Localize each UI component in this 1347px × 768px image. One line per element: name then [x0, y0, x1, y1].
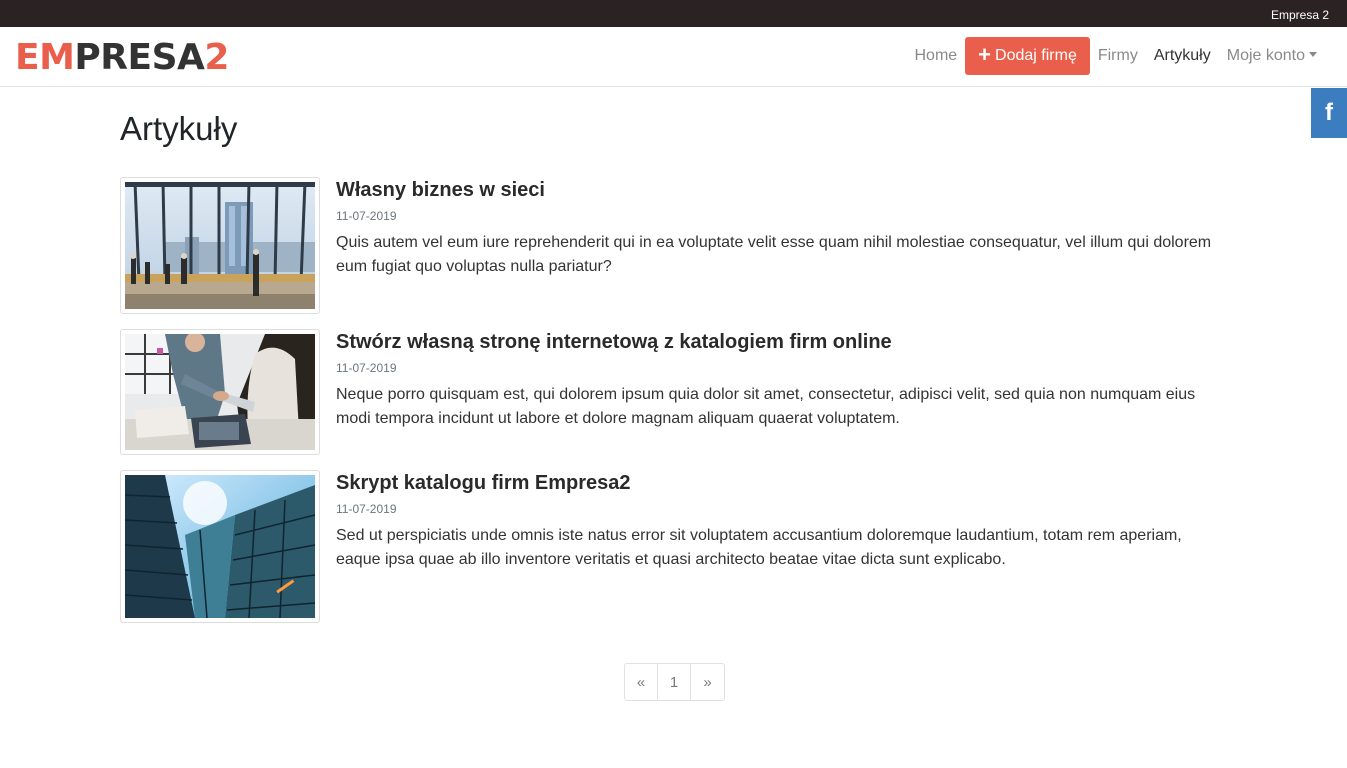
add-company-button[interactable]: + Dodaj firmę — [965, 37, 1090, 75]
pagination-prev[interactable]: « — [625, 664, 658, 700]
article-title[interactable]: Skrypt katalogu firm Empresa2 — [336, 471, 1221, 495]
nav-account-label: Moje konto — [1226, 47, 1305, 64]
article-title[interactable]: Stwórz własną stronę internetową z katal… — [336, 330, 1221, 354]
article-thumbnail[interactable] — [120, 470, 320, 623]
pagination-page-1[interactable]: 1 — [658, 664, 691, 700]
pagination-next[interactable]: » — [691, 664, 724, 700]
article-date: 11-07-2019 — [336, 209, 397, 223]
plus-icon: + — [978, 42, 992, 67]
nav-companies[interactable]: Firmy — [1090, 47, 1146, 65]
article-item: Stwórz własną stronę internetową z katal… — [120, 329, 1225, 455]
article-body: Własny biznes w sieci 11-07-2019 Quis au… — [336, 177, 1221, 314]
caret-down-icon — [1309, 52, 1317, 57]
main-nav: Home + Dodaj firmę Firmy Artykuły Moje k… — [906, 37, 1325, 75]
nav-home[interactable]: Home — [906, 47, 965, 65]
nav-articles[interactable]: Artykuły — [1146, 47, 1219, 65]
handshake-image — [125, 334, 315, 450]
article-date: 11-07-2019 — [336, 502, 397, 516]
facebook-icon[interactable]: f — [1311, 88, 1347, 138]
article-thumbnail[interactable] — [120, 177, 320, 314]
top-bar-brand: Empresa 2 — [1270, 8, 1329, 22]
nav-account-dropdown[interactable]: Moje konto — [1219, 47, 1325, 65]
skyscraper-image — [125, 475, 315, 618]
article-excerpt: Quis autem vel eum iure reprehenderit qu… — [336, 234, 1212, 275]
article-title[interactable]: Własny biznes w sieci — [336, 178, 1221, 202]
article-excerpt: Sed ut perspiciatis unde omnis iste natu… — [336, 527, 1182, 568]
navbar: EMPRESA2 Home + Dodaj firmę Firmy Artyku… — [0, 27, 1347, 87]
article-body: Skrypt katalogu firm Empresa2 11-07-2019… — [336, 470, 1221, 623]
article-item: Skrypt katalogu firm Empresa2 11-07-2019… — [120, 470, 1225, 623]
office-window-image — [125, 182, 315, 309]
article-date: 11-07-2019 — [336, 361, 397, 375]
article-item: Własny biznes w sieci 11-07-2019 Quis au… — [120, 177, 1225, 314]
add-company-label: Dodaj firmę — [995, 47, 1077, 64]
top-bar: Empresa 2 — [0, 0, 1347, 27]
article-thumbnail[interactable] — [120, 329, 320, 455]
main-content: Artykuły Własny biznes w sieci 11-07-201… — [120, 87, 1225, 623]
pagination: « 1 » — [624, 663, 725, 701]
site-logo[interactable]: EMPRESA2 — [15, 37, 229, 79]
article-body: Stwórz własną stronę internetową z katal… — [336, 329, 1221, 455]
article-excerpt: Neque porro quisquam est, qui dolorem ip… — [336, 386, 1196, 427]
page-title: Artykuły — [120, 110, 238, 147]
